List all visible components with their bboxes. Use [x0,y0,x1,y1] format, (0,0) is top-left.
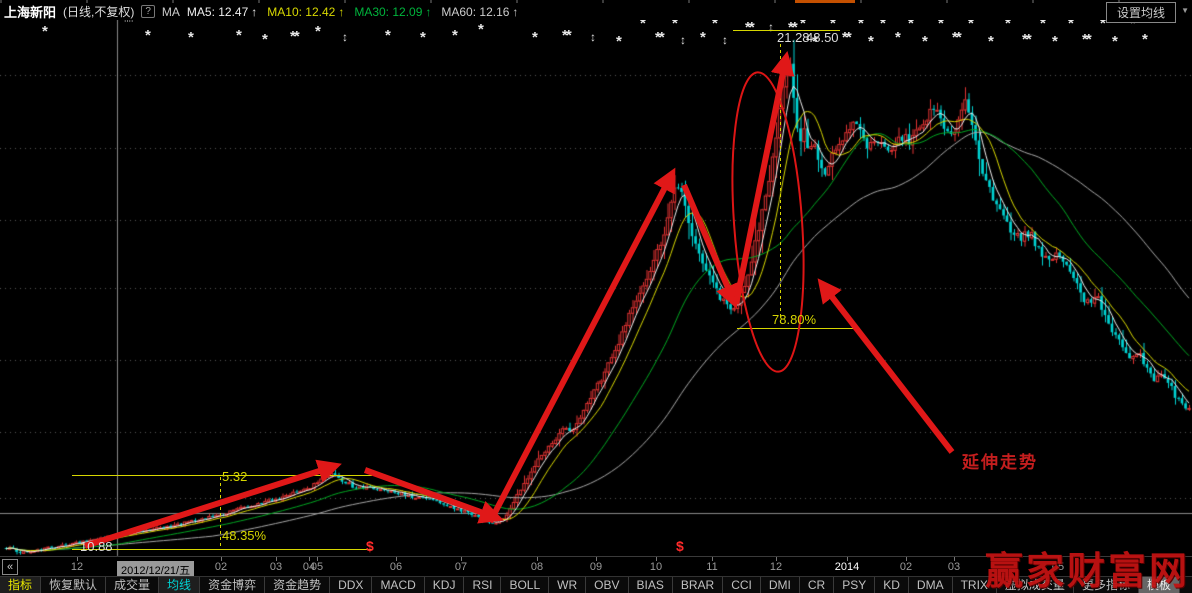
up-arrow-icon: ↑ [338,5,344,19]
toolbar-brar[interactable]: BRAR [673,577,723,593]
axis-label: 05 [1052,561,1064,573]
ma-value-text: MA60: 12.16 [441,5,509,19]
axis-label: 03 [948,561,960,573]
ma-value-text: MA30: 12.09 [354,5,422,19]
toolbar-cci[interactable]: CCI [723,577,761,593]
axis-label: 07 [455,561,467,573]
axis-label: 12 [770,561,782,573]
ma-label: MA [162,5,180,19]
indicator-toolbar: 指标恢复默认成交量均线资金博弈资金趋势DDXMACDKDJRSIBOLLWROB… [0,576,1192,593]
axis-label: 06 [390,561,402,573]
toolbar-item-4[interactable]: 资金博弈 [200,577,265,593]
ma-value-text: MA5: 12.47 [187,5,248,19]
toolbar-item-24[interactable]: 模板 [1139,577,1180,593]
axis-label: 10 [650,561,662,573]
axis-label: 08 [531,561,543,573]
toolbar-kdj[interactable]: KDJ [425,577,465,593]
toolbar-macd[interactable]: MACD [372,577,424,593]
candlestick-chart[interactable] [0,0,1192,593]
toolbar-obv[interactable]: OBV [586,577,628,593]
ma-value-4: MA60: 12.16↑ [441,5,518,19]
axis-label: 09 [590,561,602,573]
toolbar-rsi[interactable]: RSI [464,577,501,593]
axis-label: 05 [311,561,323,573]
toolbar-dmi[interactable]: DMI [761,577,800,593]
toolbar-kd[interactable]: KD [875,577,909,593]
stock-app-window: 上海新阳 (日线,不复权) ? MA MA5: 12.47↑MA10: 12.4… [0,0,1192,593]
ma-value-3: MA30: 12.09↑ [354,5,431,19]
axis-label: 11 [706,561,717,573]
axis-label: 02 [215,561,227,573]
toolbar-bias[interactable]: BIAS [629,577,673,593]
help-icon[interactable]: ? [141,5,155,18]
stock-title: 上海新阳 [4,2,56,21]
date-axis: « 122012/12/21/五020304050607080910111220… [0,556,1192,577]
toolbar-dma[interactable]: DMA [909,577,953,593]
ma-value-text: MA10: 12.42 [267,5,335,19]
toolbar-item-0[interactable]: 指标 [0,577,41,593]
toolbar-psy[interactable]: PSY [834,577,875,593]
axis-label: 12 [71,561,83,573]
axis-label: 03 [270,561,282,573]
ma-value-2: MA10: 12.42↑ [267,5,344,19]
chevron-down-icon[interactable]: ▼ [1181,6,1189,15]
toolbar-ddx[interactable]: DDX [330,577,372,593]
toolbar-item-22[interactable]: 虚拟成交量 [997,577,1074,593]
up-arrow-icon: ↑ [512,5,518,19]
toolbar-trix[interactable]: TRIX [953,577,997,593]
period-subtitle: (日线,不复权) [63,3,134,20]
up-arrow-icon: ↑ [251,5,257,19]
toolbar-item-1[interactable]: 恢复默认 [41,577,106,593]
toolbar-item-5[interactable]: 资金趋势 [265,577,330,593]
ma-value-1: MA5: 12.47↑ [187,5,257,19]
toolbar-wr[interactable]: WR [549,577,586,593]
toolbar-item-23[interactable]: 更多指标 [1074,577,1139,593]
chart-header: 上海新阳 (日线,不复权) ? MA MA5: 12.47↑MA10: 12.4… [0,3,1192,20]
scroll-left-button[interactable]: « [2,559,18,575]
ma-settings-button[interactable]: 设置均线 [1106,2,1176,23]
toolbar-cr[interactable]: CR [800,577,834,593]
axis-label: 2014 [835,561,859,573]
toolbar-item-2[interactable]: 成交量 [106,577,159,593]
toolbar-item-3[interactable]: 均线 [159,577,200,593]
axis-label: 02 [900,561,912,573]
up-arrow-icon: ↑ [425,5,431,19]
ma-legend: MA5: 12.47↑MA10: 12.42↑MA30: 12.09↑MA60:… [187,5,519,19]
toolbar-boll[interactable]: BOLL [501,577,549,593]
